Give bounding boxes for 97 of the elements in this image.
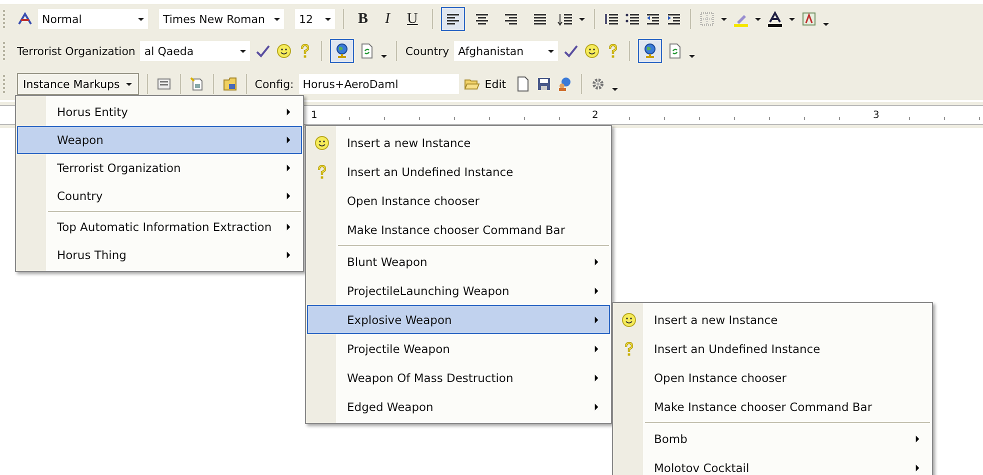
config-label: Config: bbox=[254, 78, 294, 90]
submenu-arrow-icon bbox=[286, 251, 291, 259]
numbering-icon[interactable] bbox=[602, 11, 619, 27]
caret-icon[interactable] bbox=[720, 15, 728, 23]
caret-icon[interactable] bbox=[688, 52, 696, 60]
submenu-arrow-icon bbox=[594, 316, 599, 324]
menu-item[interactable]: Weapon Of Mass Destruction bbox=[307, 363, 610, 392]
justify-icon bbox=[532, 11, 548, 27]
outdent-icon[interactable] bbox=[644, 11, 661, 27]
properties-icon[interactable] bbox=[156, 76, 172, 92]
caret-icon bbox=[124, 80, 133, 88]
menu-item[interactable]: Horus Entity bbox=[17, 98, 302, 126]
gear-icon[interactable] bbox=[590, 76, 606, 92]
ruler-number: 3 bbox=[872, 110, 880, 120]
italic-button[interactable]: I bbox=[379, 10, 396, 28]
menu-item[interactable]: Open Instance chooser bbox=[307, 186, 610, 215]
menu-item[interactable]: Country bbox=[17, 182, 302, 210]
font-size-dropdown[interactable]: 12 bbox=[295, 9, 335, 29]
edit-button[interactable]: Edit bbox=[480, 78, 510, 90]
smiley-icon[interactable] bbox=[276, 43, 292, 59]
submenu-arrow-icon bbox=[594, 374, 599, 382]
submenu-arrow-icon bbox=[594, 344, 599, 352]
submenu-arrow-icon bbox=[594, 402, 599, 410]
font-color-icon[interactable] bbox=[766, 11, 783, 27]
submenu-arrow-icon bbox=[915, 434, 920, 442]
menu-item[interactable]: Molotov Cocktail bbox=[614, 453, 931, 475]
caret-icon bbox=[137, 15, 145, 23]
caret-icon[interactable] bbox=[788, 15, 796, 23]
caret-icon bbox=[324, 15, 332, 23]
refresh-icon[interactable] bbox=[667, 43, 684, 59]
align-right-icon bbox=[502, 11, 519, 27]
menu-item[interactable]: Open Instance chooser bbox=[614, 363, 931, 392]
style-dropdown[interactable]: Normal bbox=[38, 9, 148, 29]
menu-item[interactable]: Insert an Undefined Instance bbox=[307, 157, 610, 186]
check-icon[interactable] bbox=[563, 43, 580, 59]
caret-icon[interactable] bbox=[611, 85, 620, 93]
instance-dropdown[interactable]: al Qaeda bbox=[140, 41, 250, 61]
globe-button[interactable] bbox=[638, 39, 662, 63]
bullets-icon[interactable] bbox=[624, 11, 640, 27]
frame-icon[interactable] bbox=[800, 11, 817, 27]
font-dropdown[interactable]: Times New Roman bbox=[159, 9, 284, 29]
ruler-number: 1 bbox=[310, 110, 318, 120]
globe-icon bbox=[642, 43, 658, 59]
submenu-arrow-icon bbox=[594, 286, 599, 294]
underline-button[interactable]: U bbox=[401, 10, 424, 28]
menu-item[interactable]: Insert a new Instance bbox=[614, 305, 931, 334]
caret-icon[interactable] bbox=[380, 52, 388, 60]
bold-button[interactable]: B bbox=[352, 10, 374, 28]
caret-icon bbox=[239, 47, 248, 55]
ruler-number: 2 bbox=[591, 110, 600, 120]
align-left-icon bbox=[444, 11, 461, 27]
smiley-icon[interactable] bbox=[584, 43, 600, 59]
folder-table-icon[interactable] bbox=[222, 76, 238, 92]
smiley-icon bbox=[314, 134, 330, 150]
instance-label: Terrorist Organization bbox=[17, 44, 136, 58]
caret-icon[interactable] bbox=[822, 20, 830, 28]
menu-item[interactable]: Insert an Undefined Instance bbox=[614, 334, 931, 363]
check-icon[interactable] bbox=[255, 43, 272, 59]
menu-item[interactable]: Weapon bbox=[17, 126, 302, 154]
border-icon[interactable] bbox=[698, 11, 715, 27]
new-page-icon[interactable] bbox=[188, 76, 205, 92]
menu-item[interactable]: Edged Weapon bbox=[307, 392, 610, 421]
menu-item[interactable]: ProjectileLaunching Weapon bbox=[307, 276, 610, 305]
menu-item[interactable]: Make Instance chooser Command Bar bbox=[614, 392, 931, 421]
style-icon[interactable] bbox=[17, 11, 33, 27]
submenu-arrow-icon bbox=[286, 136, 291, 144]
menu-item[interactable]: Make Instance chooser Command Bar bbox=[307, 215, 610, 244]
menu-item[interactable]: Terrorist Organization bbox=[17, 154, 302, 182]
menu-item[interactable]: Insert a new Instance bbox=[307, 128, 610, 157]
caret-icon bbox=[547, 47, 556, 55]
globe-button[interactable] bbox=[330, 39, 354, 63]
instance-dropdown[interactable]: Afghanistan bbox=[454, 41, 558, 61]
caret-icon[interactable] bbox=[754, 15, 762, 23]
submenu-arrow-icon bbox=[915, 464, 920, 472]
submenu-arrow-icon bbox=[594, 258, 599, 266]
menu-item[interactable]: Horus Thing bbox=[17, 241, 302, 269]
instance-markups-button[interactable]: Instance Markups bbox=[17, 73, 139, 95]
menu-item[interactable]: Projectile Weapon bbox=[307, 334, 610, 363]
align-left-button[interactable] bbox=[440, 7, 465, 31]
config-field[interactable]: Horus+AeroDaml bbox=[298, 74, 459, 94]
refresh-icon[interactable] bbox=[359, 43, 376, 59]
indent-icon[interactable] bbox=[666, 11, 682, 27]
smiley-icon bbox=[621, 312, 637, 328]
instance-label: Country bbox=[405, 44, 450, 58]
align-center-icon bbox=[474, 11, 490, 27]
line-spacing-icon[interactable] bbox=[556, 11, 573, 27]
caret-icon bbox=[273, 15, 281, 23]
submenu-arrow-icon bbox=[286, 223, 291, 231]
caret-icon[interactable] bbox=[578, 15, 586, 23]
globe-icon bbox=[334, 43, 350, 59]
submenu-arrow-icon bbox=[286, 192, 291, 200]
document-icon[interactable] bbox=[515, 76, 532, 92]
globe-user-icon[interactable] bbox=[557, 76, 574, 92]
save-icon[interactable] bbox=[536, 76, 552, 92]
menu-item[interactable]: Explosive Weapon bbox=[307, 305, 610, 334]
submenu-arrow-icon bbox=[286, 164, 291, 172]
submenu-arrow-icon bbox=[286, 108, 291, 116]
